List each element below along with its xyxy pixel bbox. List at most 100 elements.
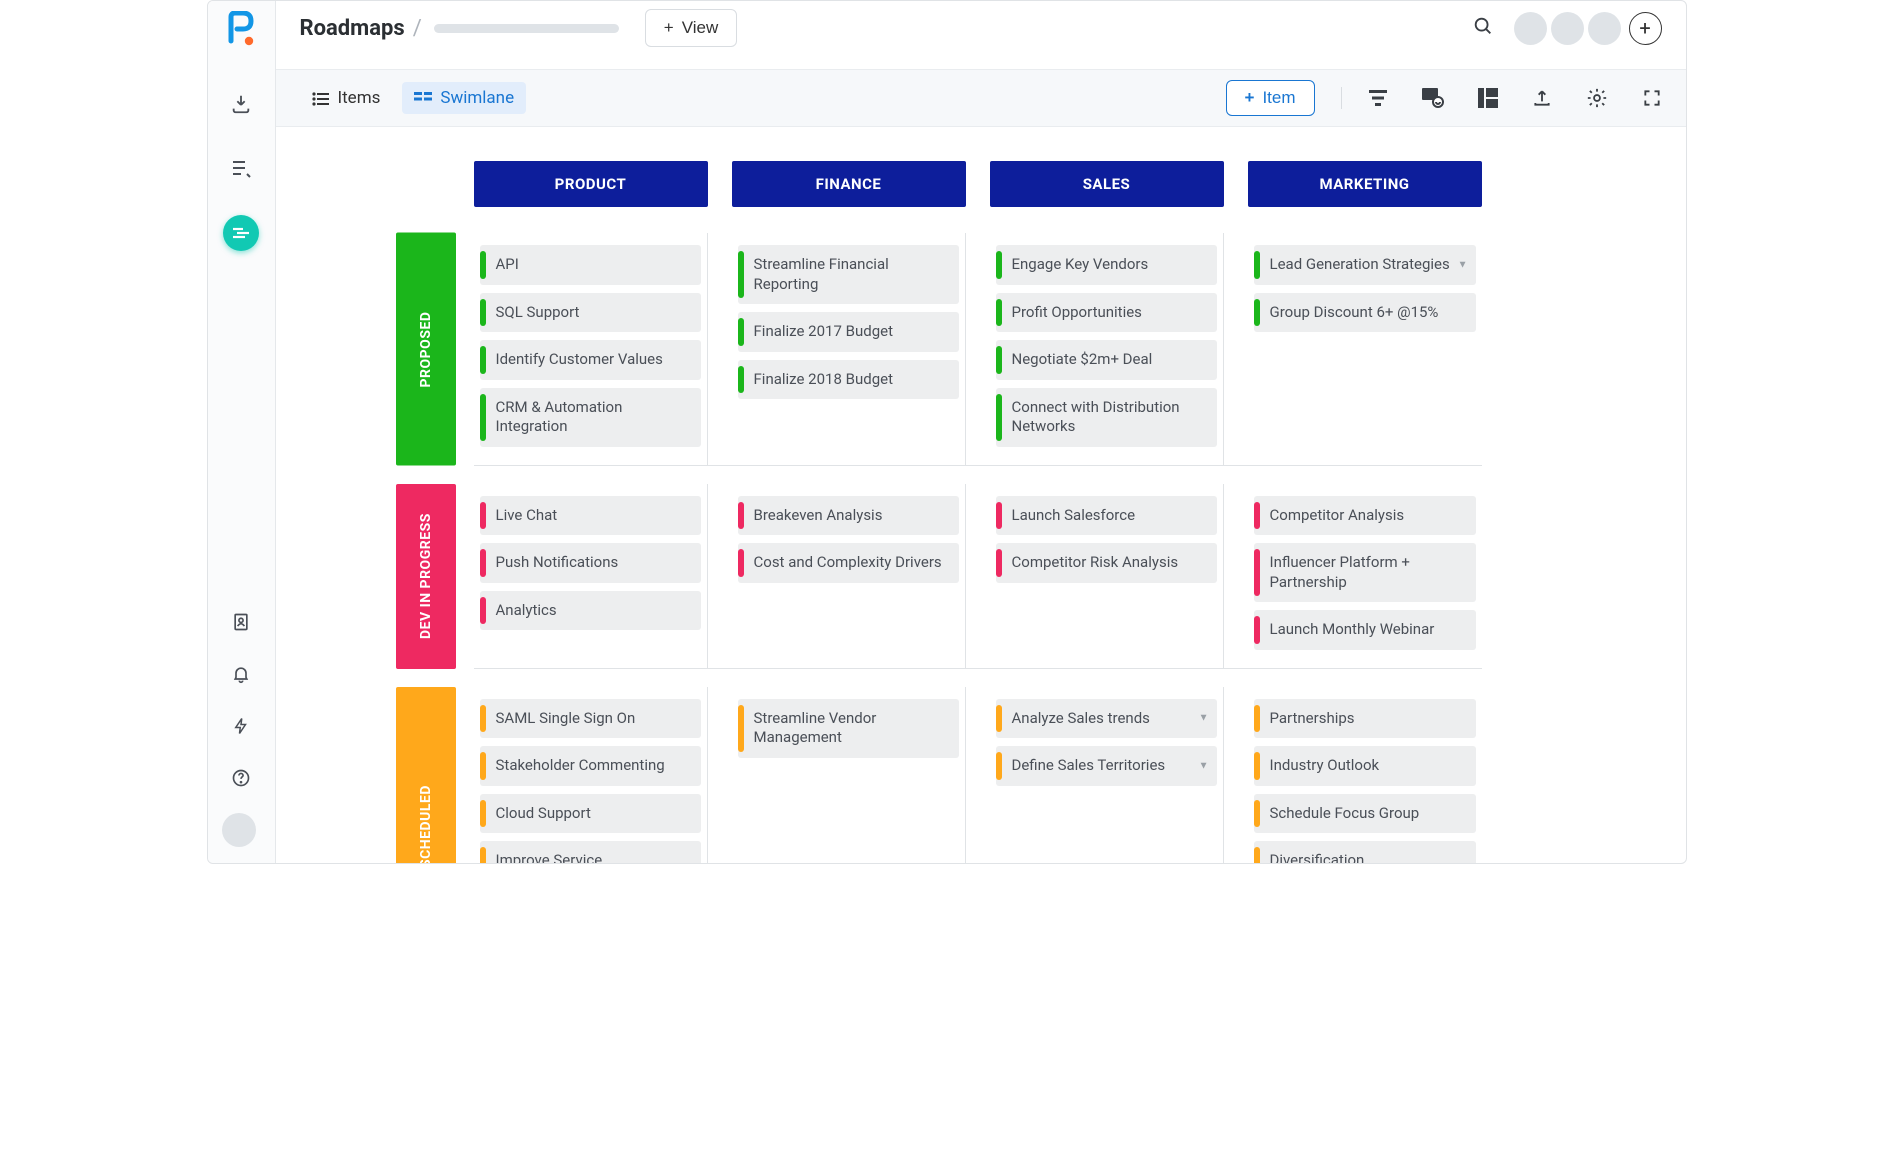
swimlane-cell[interactable]: Streamline Vendor Management <box>732 687 966 864</box>
card[interactable]: Diversification <box>1254 841 1476 863</box>
card[interactable]: Live Chat <box>480 496 701 536</box>
app-logo[interactable] <box>227 11 255 47</box>
board-scroll[interactable]: PRODUCTFINANCESALESMARKETINGPROPOSEDAPIS… <box>276 127 1686 863</box>
swimlane-cell[interactable]: SAML Single Sign On Stakeholder Commentin… <box>474 687 708 864</box>
card[interactable]: Schedule Focus Group <box>1254 794 1476 834</box>
swimlane-cell[interactable]: Lead Generation Strategies▼ Group Discoun… <box>1248 233 1482 466</box>
card[interactable]: Identify Customer Values <box>480 340 701 380</box>
breadcrumb-sep: / <box>413 16 422 41</box>
swimlane-cell[interactable]: Breakeven Analysis Cost and Complexity Dr… <box>732 484 966 669</box>
chevron-down-icon[interactable]: ▼ <box>1199 759 1209 772</box>
card-title: Cost and Complexity Drivers <box>752 553 947 573</box>
swimlane-cell[interactable]: Streamline Financial Reporting Finalize 2… <box>732 233 966 466</box>
card[interactable]: Finalize 2018 Budget <box>738 360 959 400</box>
swimlane-cell[interactable]: Launch Salesforce Competitor Risk Analysi… <box>990 484 1224 669</box>
rail-contacts-icon[interactable] <box>222 605 260 639</box>
rail-user-avatar[interactable] <box>222 813 256 847</box>
plus-icon: + <box>664 18 674 38</box>
card[interactable]: Finalize 2017 Budget <box>738 312 959 352</box>
column-header-label: PRODUCT <box>555 175 627 193</box>
tab-swimlane[interactable]: Swimlane <box>402 82 526 114</box>
swimlane-cell[interactable]: API SQL Support Identify Customer Values CR… <box>474 233 708 466</box>
card-title: Partnerships <box>1268 709 1464 729</box>
card[interactable]: Engage Key Vendors <box>996 245 1217 285</box>
card[interactable]: Profit Opportunities <box>996 293 1217 333</box>
swimlane-cell[interactable]: Engage Key Vendors Profit Opportunities Ne… <box>990 233 1224 466</box>
add-collaborator-button[interactable]: + <box>1629 12 1662 45</box>
card[interactable]: CRM & Automation Integration <box>480 388 701 447</box>
card[interactable]: Improve Service Performance <box>480 841 701 863</box>
card-stripe <box>738 318 744 346</box>
fullscreen-icon[interactable] <box>1642 88 1662 108</box>
card[interactable]: Breakeven Analysis <box>738 496 959 536</box>
card-title: Lead Generation Strategies <box>1268 255 1464 275</box>
rail-bolt-icon[interactable] <box>222 709 260 743</box>
card[interactable]: Connect with Distribution Networks <box>996 388 1217 447</box>
card[interactable]: Lead Generation Strategies▼ <box>1254 245 1476 285</box>
card-stripe <box>480 251 486 279</box>
card-stripe <box>1254 847 1260 863</box>
chevron-down-icon[interactable]: ▼ <box>1458 258 1468 271</box>
card[interactable]: Streamline Vendor Management <box>738 699 959 758</box>
card-title: Industry Outlook <box>1268 756 1464 776</box>
card[interactable]: SAML Single Sign On <box>480 699 701 739</box>
card[interactable]: Negotiate $2m+ Deal <box>996 340 1217 380</box>
card[interactable]: Launch Salesforce <box>996 496 1217 536</box>
swimlane-cell[interactable]: Partnerships Industry Outlook Schedule Foc… <box>1248 687 1482 864</box>
lane-label: DEV IN PROGRESS <box>396 484 456 669</box>
columns-icon[interactable] <box>1478 88 1498 108</box>
card[interactable]: Competitor Risk Analysis <box>996 543 1217 583</box>
card-title: Finalize 2017 Budget <box>752 322 947 342</box>
card[interactable]: SQL Support <box>480 293 701 333</box>
rail-help-icon[interactable] <box>222 761 260 795</box>
card-title: Analytics <box>494 601 689 621</box>
avatar[interactable] <box>1551 12 1584 45</box>
avatar[interactable] <box>1514 12 1547 45</box>
card-title: SAML Single Sign On <box>494 709 689 729</box>
card[interactable]: Competitor Analysis <box>1254 496 1476 536</box>
card-stripe <box>738 549 744 577</box>
rail-import-icon[interactable] <box>222 87 260 121</box>
rail-list-icon[interactable] <box>222 151 260 185</box>
card[interactable]: Cost and Complexity Drivers <box>738 543 959 583</box>
card[interactable]: Industry Outlook <box>1254 746 1476 786</box>
rail-swimlane-icon[interactable] <box>223 215 259 251</box>
card-title: Finalize 2018 Budget <box>752 370 947 390</box>
card[interactable]: Define Sales Territories▼ <box>996 746 1217 786</box>
export-icon[interactable] <box>1532 88 1552 108</box>
avatar[interactable] <box>1588 12 1621 45</box>
card[interactable]: Partnerships <box>1254 699 1476 739</box>
search-icon[interactable] <box>1472 15 1494 41</box>
card[interactable]: Group Discount 6+ @15% <box>1254 293 1476 333</box>
card[interactable]: Influencer Platform + Partnership <box>1254 543 1476 602</box>
card-title: Define Sales Territories <box>1010 756 1205 776</box>
rail-bell-icon[interactable] <box>222 657 260 691</box>
card[interactable]: Cloud Support <box>480 794 701 834</box>
card-stripe <box>996 346 1002 374</box>
view-toolbar: Items Swimlane + Item <box>276 69 1686 127</box>
card[interactable]: Stakeholder Commenting <box>480 746 701 786</box>
chevron-down-icon[interactable]: ▼ <box>1199 712 1209 725</box>
gear-icon[interactable] <box>1586 87 1608 109</box>
card-stripe <box>480 299 486 327</box>
tab-items-label: Items <box>338 88 381 108</box>
card[interactable]: API <box>480 245 701 285</box>
tab-items[interactable]: Items <box>300 82 393 114</box>
breadcrumb-placeholder <box>434 24 619 33</box>
swimlane-cell[interactable]: Competitor Analysis Influencer Platform +… <box>1248 484 1482 669</box>
card[interactable]: Launch Monthly Webinar <box>1254 610 1476 650</box>
card[interactable]: Push Notifications <box>480 543 701 583</box>
page-title: Roadmaps <box>300 16 405 41</box>
card-stripe <box>738 705 744 752</box>
add-item-button[interactable]: + Item <box>1226 80 1315 116</box>
card[interactable]: Streamline Financial Reporting <box>738 245 959 304</box>
card-title: Profit Opportunities <box>1010 303 1205 323</box>
add-view-button[interactable]: + View <box>645 9 737 47</box>
tag-link-icon[interactable] <box>1422 88 1444 108</box>
card-stripe <box>738 502 744 530</box>
swimlane-cell[interactable]: Live Chat Push Notifications Analytics <box>474 484 708 669</box>
filter-icon[interactable] <box>1368 89 1388 107</box>
card[interactable]: Analytics <box>480 591 701 631</box>
swimlane-cell[interactable]: Analyze Sales trends▼ Define Sales Territ… <box>990 687 1224 864</box>
card[interactable]: Analyze Sales trends▼ <box>996 699 1217 739</box>
